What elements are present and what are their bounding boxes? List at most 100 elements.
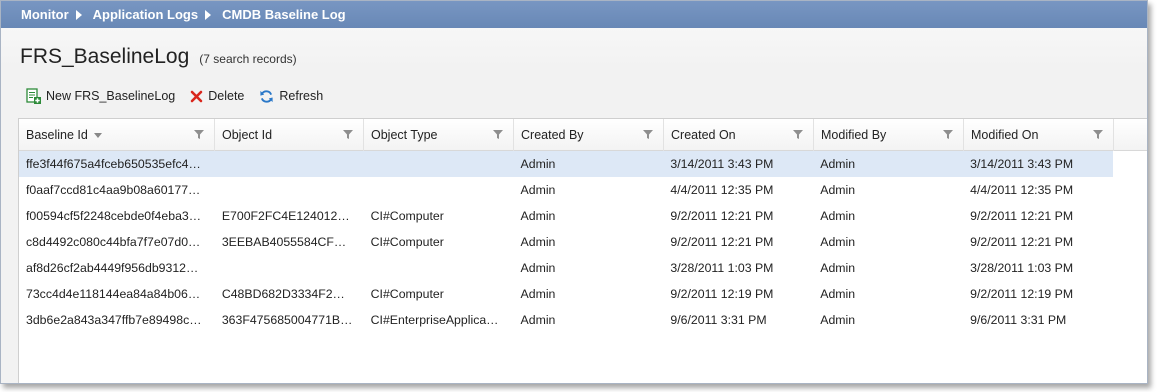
cell-baseline-id: ffe3f44f675a4fceb650535efc4… (26, 157, 201, 171)
refresh-button[interactable]: Refresh (259, 89, 323, 104)
filter-funnel-icon[interactable] (943, 130, 953, 139)
table-row[interactable]: ffe3f44f675a4fceb650535efc4… Admin 3/14/… (19, 151, 1113, 177)
cell-object-id (215, 255, 364, 281)
cell-modified-by: Admin (820, 261, 856, 275)
cell-created-by: Admin (520, 157, 556, 171)
filter-funnel-icon[interactable] (643, 130, 653, 139)
cell-object-id: 3EEBAB4055584CF… (221, 235, 347, 249)
cell-modified-on: 9/2/2011 12:21 PM (970, 235, 1074, 249)
cell-created-on: 3/14/2011 3:43 PM (670, 157, 774, 171)
column-header-label[interactable]: Baseline Id (26, 128, 88, 142)
cell-object-type: CI#EnterpriseApplica… (370, 313, 499, 327)
cell-modified-on: 9/6/2011 3:31 PM (970, 313, 1067, 327)
main-content: FRS_BaselineLog (7 search records) New F… (1, 28, 1147, 383)
cell-created-on: 9/2/2011 12:21 PM (670, 209, 774, 223)
column-header-modified-by[interactable]: Modified By (814, 119, 964, 151)
cell-object-type (364, 255, 514, 281)
breadcrumb: Monitor Application Logs CMDB Baseline L… (1, 1, 1147, 28)
cell-modified-by: Admin (820, 157, 856, 171)
filter-funnel-icon[interactable] (493, 130, 503, 139)
new-record-icon (26, 88, 41, 104)
cell-object-id: E700F2FC4E124012… (221, 209, 350, 223)
column-header-label[interactable]: Modified By (821, 128, 886, 142)
column-header-label[interactable]: Modified On (971, 128, 1038, 142)
breadcrumb-separator-icon (75, 9, 82, 20)
cell-created-on: 9/2/2011 12:19 PM (670, 287, 774, 301)
app-window: Monitor Application Logs CMDB Baseline L… (0, 0, 1148, 384)
cell-modified-on: 9/2/2011 12:21 PM (970, 209, 1074, 223)
cell-object-type (364, 151, 514, 177)
cell-modified-by: Admin (820, 313, 856, 327)
delete-label[interactable]: Delete (208, 89, 244, 103)
column-header-created-by[interactable]: Created By (514, 119, 664, 151)
cell-modified-on: 3/14/2011 3:43 PM (970, 157, 1074, 171)
cell-created-on: 3/28/2011 1:03 PM (670, 261, 774, 275)
breadcrumb-label[interactable]: Monitor (21, 7, 69, 22)
filter-funnel-icon[interactable] (343, 130, 353, 139)
table-row[interactable]: f0aaf7ccd81c4aa9b08a60177… Admin 4/4/201… (19, 177, 1113, 203)
cell-object-id: 363F475685004771B… (221, 313, 353, 327)
column-header-label[interactable]: Object Type (371, 128, 437, 142)
delete-button[interactable]: Delete (190, 89, 244, 103)
cell-created-by: Admin (520, 235, 556, 249)
cell-created-by: Admin (520, 261, 556, 275)
cell-created-on: 9/6/2011 3:31 PM (670, 313, 767, 327)
filter-funnel-icon[interactable] (793, 130, 803, 139)
column-header-label[interactable]: Created By (521, 128, 584, 142)
new-record-label[interactable]: New FRS_BaselineLog (46, 89, 175, 103)
table-row[interactable]: af8d26cf2ab4449f956db9312… Admin 3/28/20… (19, 255, 1113, 281)
grid-body: ffe3f44f675a4fceb650535efc4… Admin 3/14/… (19, 151, 1147, 333)
cell-object-type (364, 177, 514, 203)
grid-header: Baseline Id Object Id Object Type Create… (19, 119, 1147, 151)
cell-baseline-id: 3db6e2a843a347ffb7e89498c… (26, 313, 202, 327)
column-header-label[interactable]: Created On (671, 128, 736, 142)
page-title: FRS_BaselineLog (20, 45, 190, 68)
filter-funnel-icon[interactable] (194, 130, 204, 139)
cell-modified-by: Admin (820, 287, 856, 301)
cell-object-type: CI#Computer (370, 209, 444, 223)
cell-object-type: CI#Computer (370, 287, 444, 301)
table-row[interactable]: 3db6e2a843a347ffb7e89498c… 363F475685004… (19, 307, 1113, 333)
cell-created-by: Admin (520, 209, 556, 223)
cell-created-by: Admin (520, 287, 556, 301)
breadcrumb-monitor[interactable]: Monitor (21, 7, 69, 22)
delete-x-icon (190, 90, 203, 102)
cell-baseline-id: c8d4492c080c44bfa7f7e07d0… (26, 235, 201, 249)
column-header-object-type[interactable]: Object Type (364, 119, 514, 151)
refresh-label[interactable]: Refresh (279, 89, 323, 103)
toolbar: New FRS_BaselineLog Delete Refresh (26, 88, 338, 104)
cell-baseline-id: 73cc4d4e118144ea84a84b06… (26, 287, 201, 301)
cell-modified-by: Admin (820, 183, 856, 197)
new-record-button[interactable]: New FRS_BaselineLog (26, 88, 175, 104)
column-header-label[interactable]: Object Id (222, 128, 272, 142)
breadcrumb-label[interactable]: Application Logs (93, 7, 198, 22)
record-count: (7 search records) (199, 52, 297, 66)
cell-modified-by: Admin (820, 235, 856, 249)
breadcrumb-current: CMDB Baseline Log (222, 7, 346, 22)
column-header-object-id[interactable]: Object Id (215, 119, 364, 151)
column-header-baseline-id[interactable]: Baseline Id (19, 119, 215, 151)
column-header-modified-on[interactable]: Modified On (964, 119, 1114, 151)
table-row[interactable]: c8d4492c080c44bfa7f7e07d0… 3EEBAB4055584… (19, 229, 1113, 255)
cell-modified-by: Admin (820, 209, 856, 223)
breadcrumb-application-logs[interactable]: Application Logs (93, 7, 198, 22)
column-header-created-on[interactable]: Created On (664, 119, 814, 151)
cell-baseline-id: af8d26cf2ab4449f956db9312… (26, 261, 199, 275)
cell-baseline-id: f00594cf5f2248cebde0f4eba3… (26, 209, 202, 223)
refresh-icon (260, 89, 273, 103)
cell-modified-on: 9/2/2011 12:19 PM (970, 287, 1074, 301)
table-row[interactable]: 73cc4d4e118144ea84a84b06… C48BD682D3334F… (19, 281, 1113, 307)
cell-baseline-id: f0aaf7ccd81c4aa9b08a60177… (26, 183, 201, 197)
table-row[interactable]: f00594cf5f2248cebde0f4eba3… E700F2FC4E12… (19, 203, 1113, 229)
cell-created-on: 9/2/2011 12:21 PM (670, 235, 774, 249)
cell-modified-on: 3/28/2011 1:03 PM (970, 261, 1074, 275)
cell-modified-on: 4/4/2011 12:35 PM (970, 183, 1074, 197)
cell-created-by: Admin (520, 183, 556, 197)
cell-created-by: Admin (520, 313, 556, 327)
cell-object-id (215, 177, 364, 203)
cell-object-id (215, 151, 364, 177)
cell-object-id: C48BD682D3334F2… (221, 287, 345, 301)
sort-descending-icon[interactable] (93, 132, 102, 138)
breadcrumb-separator-icon (205, 9, 212, 20)
filter-funnel-icon[interactable] (1093, 130, 1103, 139)
